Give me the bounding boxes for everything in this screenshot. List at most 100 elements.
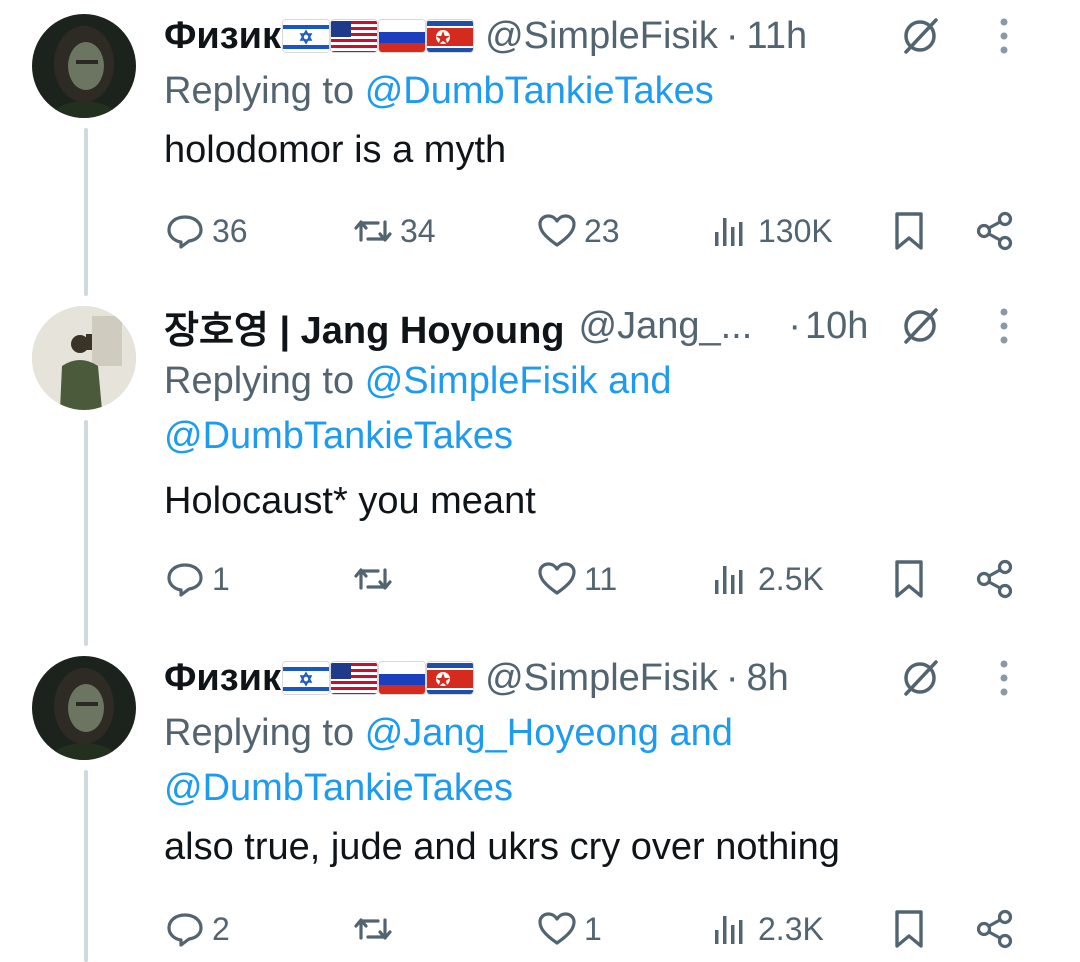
- share-icon: [976, 211, 1013, 251]
- replying-to: Replying to @Jang_Hoyeong and @DumbTanki…: [164, 706, 1060, 816]
- and-label: and: [608, 360, 672, 402]
- mention-link[interactable]: @DumbTankieTakes: [164, 767, 513, 809]
- reply-icon: [167, 563, 203, 597]
- mention-link[interactable]: @DumbTankieTakes: [164, 415, 513, 457]
- avatar[interactable]: [32, 656, 136, 760]
- and-label: and: [669, 712, 733, 754]
- like-button[interactable]: 11: [536, 554, 617, 604]
- display-name[interactable]: Физик: [164, 15, 281, 58]
- replying-to: Replying to @DumbTankieTakes: [164, 64, 1060, 119]
- flag-emojis: [283, 662, 474, 694]
- like-count: 23: [584, 212, 620, 249]
- display-name[interactable]: 장호영 | Jang Hoyoung: [164, 299, 565, 354]
- display-name[interactable]: Физик: [164, 657, 281, 700]
- views-button[interactable]: 2.5K: [710, 554, 824, 604]
- repost-icon: [354, 220, 392, 242]
- repost-button[interactable]: [352, 554, 400, 604]
- tweet-header: 장호영 | Jang Hoyoung @Jang_... · 10h: [164, 298, 1060, 354]
- replying-to-label: Replying to: [164, 712, 355, 754]
- israel-flag-icon: [283, 662, 330, 694]
- reply-count: 36: [212, 212, 248, 249]
- reply-count: 2: [212, 910, 230, 947]
- view-count: 130K: [758, 212, 833, 249]
- views-button[interactable]: 2.3K: [710, 904, 824, 954]
- bookmark-icon: [895, 560, 923, 598]
- more-options-icon[interactable]: [998, 306, 1010, 346]
- action-bar: 1 11 2.5K: [164, 554, 1064, 604]
- reply-icon: [167, 913, 203, 947]
- share-button[interactable]: [974, 904, 1016, 954]
- heart-icon: [538, 912, 576, 945]
- timestamp[interactable]: 11h: [747, 15, 808, 58]
- russia-flag-icon: [379, 662, 426, 694]
- grok-icon[interactable]: [898, 14, 942, 58]
- tweet-text: holodomor is a myth: [164, 129, 507, 171]
- usa-flag-icon: [331, 20, 378, 52]
- reply-icon: [167, 215, 203, 249]
- like-count: 1: [584, 910, 602, 947]
- separator-dot: ·: [725, 656, 739, 699]
- share-icon: [976, 559, 1013, 599]
- bookmark-button[interactable]: [888, 206, 930, 256]
- flag-emojis: [283, 20, 474, 52]
- avatar[interactable]: [32, 14, 136, 118]
- bookmark-button[interactable]: [888, 554, 930, 604]
- reply-button[interactable]: 2: [164, 904, 230, 954]
- thread-line: [84, 128, 88, 296]
- north-korea-flag-icon: [427, 662, 474, 694]
- like-count: 11: [584, 560, 618, 597]
- share-button[interactable]: [974, 206, 1016, 256]
- separator-dot: ·: [725, 14, 739, 57]
- like-button[interactable]: 23: [536, 206, 620, 256]
- repost-icon: [354, 568, 392, 590]
- grok-icon[interactable]: [898, 656, 942, 700]
- reply-count: 1: [212, 560, 230, 597]
- analytics-icon: [715, 566, 743, 594]
- analytics-icon: [715, 916, 743, 944]
- thread-line: [84, 770, 88, 962]
- russia-flag-icon: [379, 20, 426, 52]
- tweet-header: Физик @SimpleFisik · 11h: [164, 8, 1060, 64]
- avatar[interactable]: [32, 306, 136, 410]
- bookmark-icon: [895, 910, 923, 948]
- separator-dot: ·: [788, 304, 801, 347]
- analytics-icon: [715, 218, 743, 246]
- grok-icon[interactable]: [898, 304, 942, 348]
- timestamp[interactable]: 10h: [805, 305, 868, 348]
- views-button[interactable]: 130K: [710, 206, 833, 256]
- more-options-icon[interactable]: [998, 16, 1010, 56]
- north-korea-flag-icon: [427, 20, 474, 52]
- usa-flag-icon: [331, 662, 378, 694]
- mention-link[interactable]: @Jang_Hoyeong: [365, 712, 659, 754]
- reply-button[interactable]: 1: [164, 554, 230, 604]
- tweet-text: Holocaust* you meant: [164, 480, 536, 522]
- like-button[interactable]: 1: [536, 904, 602, 954]
- replying-to-label: Replying to: [164, 70, 355, 112]
- heart-icon: [538, 562, 576, 595]
- israel-flag-icon: [283, 20, 330, 52]
- bookmark-button[interactable]: [888, 904, 930, 954]
- view-count: 2.3K: [758, 910, 824, 947]
- mention-link[interactable]: @SimpleFisik: [365, 360, 598, 402]
- reply-button[interactable]: 36: [164, 206, 248, 256]
- mention-link[interactable]: @DumbTankieTakes: [365, 70, 714, 112]
- action-bar: 36 34 23 130K: [164, 206, 1064, 256]
- share-icon: [976, 909, 1013, 949]
- repost-icon: [354, 918, 392, 940]
- timestamp[interactable]: 8h: [747, 657, 789, 700]
- action-bar: 2 1 2.3K: [164, 904, 1064, 954]
- handle[interactable]: @SimpleFisik: [485, 657, 718, 700]
- repost-button[interactable]: 34: [352, 206, 436, 256]
- tweet-header: Физик @SimpleFisik · 8h: [164, 650, 1060, 706]
- share-button[interactable]: [974, 554, 1016, 604]
- bookmark-icon: [895, 212, 923, 250]
- view-count: 2.5K: [758, 560, 824, 597]
- replying-to: Replying to @SimpleFisik and @DumbTankie…: [164, 354, 1060, 464]
- handle[interactable]: @Jang_...: [579, 305, 753, 348]
- heart-icon: [538, 214, 576, 247]
- repost-button[interactable]: [352, 904, 400, 954]
- handle[interactable]: @SimpleFisik: [485, 15, 718, 58]
- thread-line: [84, 420, 88, 646]
- more-options-icon[interactable]: [998, 658, 1010, 698]
- tweet-text: also true, jude and ukrs cry over nothin…: [164, 826, 840, 868]
